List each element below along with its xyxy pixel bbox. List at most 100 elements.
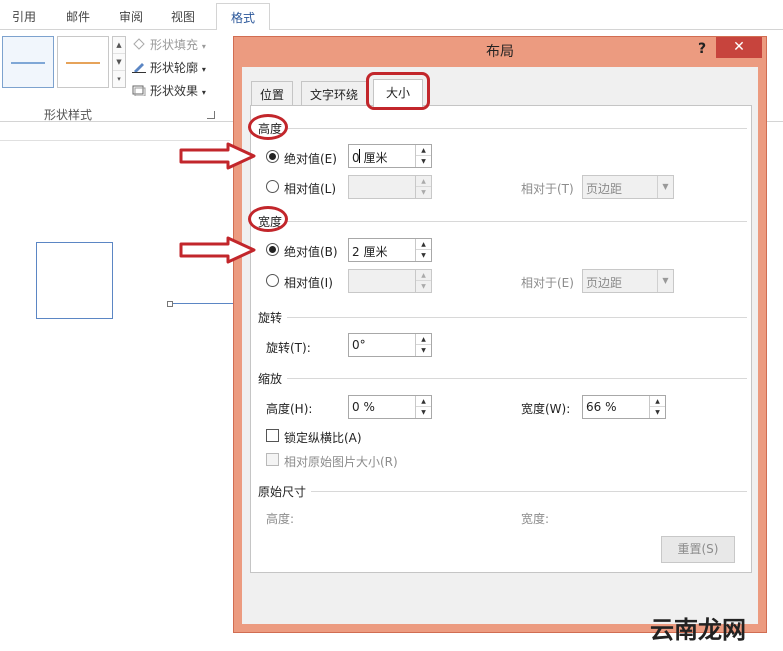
lock-aspect-checkbox[interactable]: [266, 429, 279, 442]
original-height-label: 高度:: [266, 512, 295, 526]
size-tab-panel: 高度 绝对值(E) 0 厘米 ▲ ▼ 相对值(L) ▲ ▼ 相对于(T) 页边距 ▼…: [250, 105, 752, 573]
spin-down-icon[interactable]: ▼: [416, 156, 431, 167]
height-absolute-spinner[interactable]: 0 厘米 ▲ ▼: [348, 144, 432, 168]
spin-up-icon: ▲: [416, 176, 431, 187]
original-width-label: 宽度:: [521, 512, 550, 526]
section-divider: [287, 378, 747, 379]
spin-down-icon: ▼: [421, 283, 426, 290]
spin-down-icon[interactable]: ▼: [650, 407, 665, 418]
width-label-highlight: [248, 206, 288, 232]
height-relative-label: 相对值(L): [284, 182, 337, 196]
group-label-shape-styles: 形状样式: [44, 108, 93, 122]
arrow-right-icon: [179, 236, 256, 264]
swatch-line: [11, 62, 45, 64]
scale-height-value: 0 %: [352, 400, 375, 414]
tab-view[interactable]: 视图: [171, 8, 195, 25]
width-absolute-spinner[interactable]: 2 厘米 ▲ ▼: [348, 238, 432, 262]
height-absolute-radio[interactable]: [266, 150, 279, 163]
shape-effects-button[interactable]: 形状效果 ▾: [132, 82, 206, 99]
rotation-value: 0°: [352, 338, 366, 352]
dialog-title: 布局: [486, 44, 514, 60]
arrow-right-icon: [179, 142, 256, 170]
shape-effects-label: 形状效果: [150, 84, 199, 98]
spin-up-icon[interactable]: ▲: [416, 396, 431, 407]
height-relative-to-select[interactable]: 页边距 ▼: [582, 175, 674, 199]
rotation-label: 旋转(T):: [266, 341, 311, 355]
chevron-down-icon: ▾: [201, 88, 206, 97]
spinner-buttons[interactable]: ▲ ▼: [415, 239, 431, 261]
watermark-text: 云南龙网: [650, 616, 746, 644]
width-relative-to-select[interactable]: 页边距 ▼: [582, 269, 674, 293]
width-absolute-radio[interactable]: [266, 243, 279, 256]
gallery-down-icon[interactable]: ▼: [113, 54, 125, 71]
rotation-spinner[interactable]: 0° ▲ ▼: [348, 333, 432, 357]
chevron-down-icon: ▾: [201, 65, 206, 74]
gallery-up-icon[interactable]: ▲: [113, 37, 125, 54]
spinner-buttons[interactable]: ▲ ▼: [415, 396, 431, 418]
chevron-down-icon: ▼: [657, 270, 673, 292]
dialog-client-area: 位置 文字环绕 大小 高度 绝对值(E) 0 厘米 ▲ ▼ 相对值(L) ▲ ▼ 相…: [242, 67, 758, 624]
rotation-section-label: 旋转: [258, 311, 283, 325]
lock-aspect-label: 锁定纵横比(A): [284, 431, 362, 445]
pen-icon: [132, 63, 146, 73]
scale-width-spinner[interactable]: 66 % ▲ ▼: [582, 395, 666, 419]
spin-down-icon[interactable]: ▼: [416, 250, 431, 261]
tab-mailings[interactable]: 邮件: [66, 8, 90, 25]
height-absolute-value: 0 厘米: [352, 151, 388, 165]
paint-bucket-icon: [133, 38, 145, 50]
spinner-buttons[interactable]: ▲ ▼: [649, 396, 665, 418]
tab-size[interactable]: 大小: [373, 79, 424, 107]
relative-original-label: 相对原始图片大小(R): [284, 455, 398, 469]
spin-up-icon[interactable]: ▲: [416, 334, 431, 345]
relative-original-checkbox[interactable]: [266, 453, 279, 466]
height-absolute-label: 绝对值(E): [284, 152, 337, 166]
gallery-more-icon[interactable]: ▾: [113, 71, 125, 88]
shape-fill-button[interactable]: 形状填充 ▾: [132, 36, 206, 53]
tab-text-wrapping[interactable]: 文字环绕: [301, 81, 368, 106]
tab-format[interactable]: 格式: [216, 3, 271, 31]
swatch-line: [66, 62, 100, 64]
effects-icon: [132, 85, 146, 96]
style-gallery-scroll[interactable]: ▲ ▼ ▾: [112, 36, 126, 88]
width-relative-label: 相对值(I): [284, 276, 333, 290]
spinner-buttons: ▲ ▼: [415, 176, 431, 198]
dialog-tabstrip: 位置 文字环绕 大小: [242, 67, 758, 107]
spinner-buttons[interactable]: ▲ ▼: [415, 145, 431, 167]
shape-outline-button[interactable]: 形状轮廓 ▾: [132, 59, 206, 76]
height-relative-to-label: 相对于(T): [521, 182, 574, 196]
scale-height-spinner[interactable]: 0 % ▲ ▼: [348, 395, 432, 419]
connector-line[interactable]: [173, 303, 233, 304]
section-divider: [287, 317, 747, 318]
page-divider: [0, 140, 230, 141]
height-relative-radio[interactable]: [266, 180, 279, 193]
shape-style-swatch-orange[interactable]: [57, 36, 109, 88]
spin-up-icon[interactable]: ▲: [416, 145, 431, 156]
scale-width-label: 宽度(W):: [521, 402, 571, 416]
help-icon[interactable]: ?: [698, 41, 706, 57]
tab-review[interactable]: 审阅: [119, 8, 143, 25]
spin-up-icon[interactable]: ▲: [416, 239, 431, 250]
height-relative-spinner[interactable]: ▲ ▼: [348, 175, 432, 199]
reset-button[interactable]: 重置(S): [661, 536, 735, 563]
rectangle-shape[interactable]: [36, 242, 113, 319]
shape-style-swatch-blue[interactable]: [2, 36, 54, 88]
tab-position[interactable]: 位置: [251, 81, 294, 106]
spin-down-icon[interactable]: ▼: [416, 407, 431, 418]
chevron-down-icon: ▾: [201, 42, 206, 51]
spinner-buttons: ▲ ▼: [415, 270, 431, 292]
tab-references[interactable]: 引用: [12, 8, 36, 25]
dialog-launcher-icon[interactable]: [207, 111, 215, 119]
height-label-highlight: [248, 114, 288, 140]
width-absolute-value: 2 厘米: [352, 245, 388, 259]
spinner-buttons[interactable]: ▲ ▼: [415, 334, 431, 356]
height-relative-to-value: 页边距: [586, 182, 623, 196]
selection-handle[interactable]: [167, 301, 173, 307]
shape-fill-label: 形状填充: [150, 38, 199, 52]
spin-down-icon[interactable]: ▼: [416, 345, 431, 356]
spin-up-icon[interactable]: ▲: [650, 396, 665, 407]
close-button[interactable]: ✕: [716, 37, 762, 58]
width-relative-spinner[interactable]: ▲ ▼: [348, 269, 432, 293]
chevron-down-icon: ▼: [657, 176, 673, 198]
spin-up-icon: ▲: [416, 270, 431, 281]
width-relative-radio[interactable]: [266, 274, 279, 287]
